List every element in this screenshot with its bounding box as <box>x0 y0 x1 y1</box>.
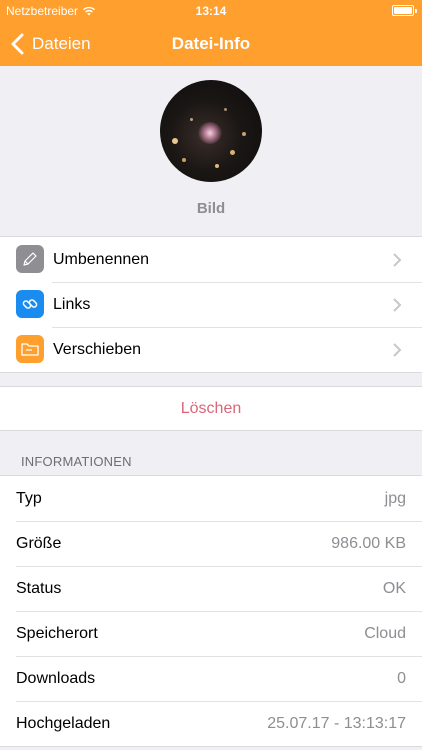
chevron-right-icon <box>393 298 402 312</box>
back-button[interactable]: Dateien <box>10 30 91 58</box>
battery-icon <box>392 5 417 16</box>
info-group: Typ jpg Größe 986.00 KB Status OK Speich… <box>0 475 422 747</box>
info-row-size: Größe 986.00 KB <box>0 521 422 566</box>
info-label: Status <box>16 579 62 597</box>
file-header: Bild <box>0 66 422 236</box>
file-name: Bild <box>196 200 226 217</box>
chevron-right-icon <box>393 253 402 267</box>
info-row-type: Typ jpg <box>0 476 422 521</box>
rename-label: Umbenennen <box>53 250 150 268</box>
info-value: Cloud <box>364 624 406 642</box>
info-row-downloads: Downloads 0 <box>0 656 422 701</box>
links-row[interactable]: Links <box>0 282 422 327</box>
pencil-icon <box>16 245 44 273</box>
rename-row[interactable]: Umbenennen <box>0 237 422 282</box>
info-value: jpg <box>384 489 406 507</box>
status-time: 13:14 <box>195 4 227 18</box>
info-value: 0 <box>397 669 406 687</box>
top-bar: Netzbetreiber 13:14 Dateien Datei-Info <box>0 0 422 66</box>
chevron-right-icon <box>393 343 402 357</box>
link-icon <box>16 290 44 318</box>
info-label: Hochgeladen <box>16 714 111 732</box>
folder-icon <box>16 335 44 363</box>
info-label: Typ <box>16 489 42 507</box>
info-label: Downloads <box>16 669 96 687</box>
info-value: 986.00 KB <box>331 534 406 552</box>
info-row-location: Speicherort Cloud <box>0 611 422 656</box>
chevron-left-icon <box>11 33 24 55</box>
delete-button[interactable]: Löschen <box>0 386 422 431</box>
info-label: Speicherort <box>16 624 98 642</box>
info-value: OK <box>382 579 406 597</box>
file-thumbnail[interactable] <box>160 80 262 182</box>
info-row-status: Status OK <box>0 566 422 611</box>
actions-group: Umbenennen Links Verschieben <box>0 236 422 373</box>
info-value: 25.07.17 - 13:13:17 <box>267 714 406 732</box>
info-section-header: INFORMATIONEN <box>21 454 132 469</box>
status-bar: Netzbetreiber 13:14 <box>0 0 422 22</box>
navigation-bar: Dateien Datei-Info <box>0 22 422 66</box>
links-label: Links <box>53 295 91 313</box>
info-label: Größe <box>16 534 62 552</box>
info-row-uploaded: Hochgeladen 25.07.17 - 13:13:17 <box>0 701 422 746</box>
back-label: Dateien <box>32 34 91 53</box>
move-row[interactable]: Verschieben <box>0 327 422 372</box>
move-label: Verschieben <box>53 340 142 358</box>
